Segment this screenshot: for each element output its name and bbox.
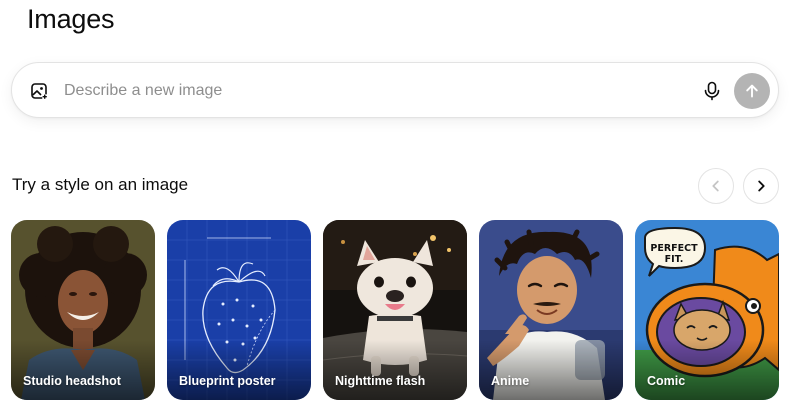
card-label: Blueprint poster (179, 374, 276, 388)
arrow-up-icon (746, 84, 758, 98)
style-card-list: Studio headshot Blueprint poster Nightti… (11, 220, 781, 400)
card-label: Anime (491, 374, 530, 388)
carousel-next-button[interactable] (743, 168, 779, 204)
style-card-studio-headshot[interactable]: Studio headshot (11, 220, 155, 400)
carousel-prev-button[interactable] (698, 168, 734, 204)
card-label: Studio headshot (23, 374, 121, 388)
card-label: Nighttime flash (335, 374, 426, 388)
chevron-right-icon (758, 180, 765, 192)
label-shade (167, 340, 311, 400)
section-title: Try a style on an image (12, 175, 189, 194)
label-shade (11, 340, 155, 400)
label-shade (635, 340, 779, 400)
images-page: Images Try a style on an image (0, 0, 803, 416)
send-button[interactable] (734, 73, 770, 109)
style-card-comic[interactable]: PERFECT FIT. Comic (635, 220, 779, 400)
chevron-left-icon (712, 180, 719, 192)
prompt-input[interactable] (64, 73, 684, 109)
speech-bubble-text: PERFECT FIT. (650, 243, 698, 265)
page-title: Images (27, 4, 115, 34)
style-card-anime[interactable]: Anime (479, 220, 623, 400)
label-shade (323, 340, 467, 400)
style-card-blueprint-poster[interactable]: Blueprint poster (167, 220, 311, 400)
image-upload-icon[interactable] (28, 80, 50, 102)
label-shade (479, 340, 623, 400)
microphone-icon[interactable] (700, 79, 724, 103)
style-card-nighttime-flash[interactable]: Nighttime flash (323, 220, 467, 400)
prompt-bar (11, 62, 779, 118)
card-label: Comic (647, 374, 686, 388)
